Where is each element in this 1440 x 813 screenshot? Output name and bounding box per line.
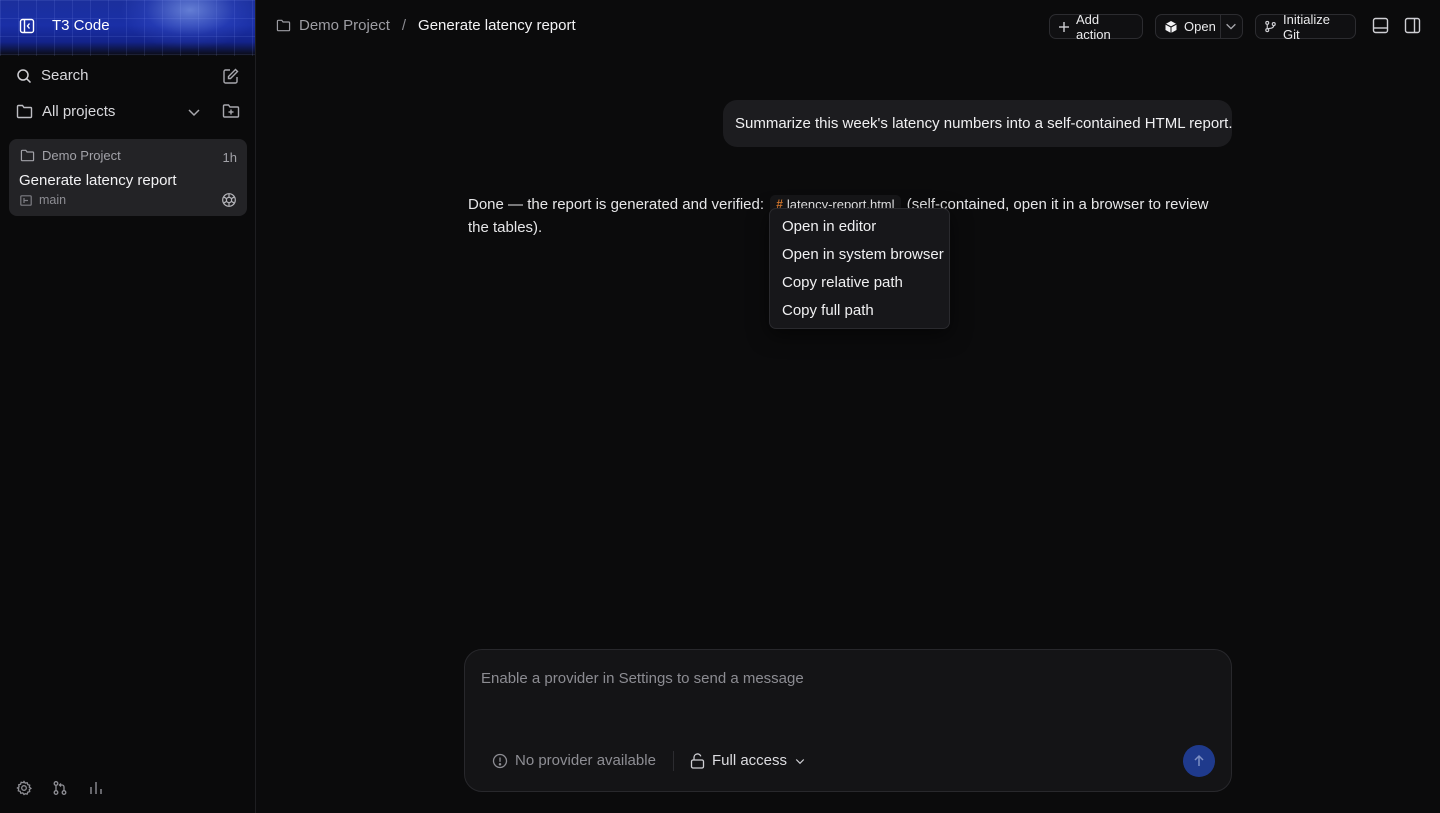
access-mode-label: Full access bbox=[712, 752, 788, 769]
thread-branch-label: main bbox=[39, 193, 67, 207]
composer-divider bbox=[673, 751, 674, 771]
unlock-icon bbox=[690, 752, 705, 769]
thread-time: 1h bbox=[222, 150, 237, 165]
add-action-button[interactable]: Add action bbox=[1049, 11, 1143, 42]
initialize-git-label: Initialize Git bbox=[1283, 11, 1330, 42]
thread-item[interactable]: Demo Project 1h Generate latency report … bbox=[9, 139, 247, 216]
open-menu-chevron-icon[interactable] bbox=[1224, 19, 1238, 36]
toggle-right-panel-icon[interactable] bbox=[1404, 17, 1422, 35]
search-label: Search bbox=[41, 67, 89, 84]
toggle-terminal-icon[interactable] bbox=[1372, 17, 1390, 35]
provider-status-label: No provider available bbox=[515, 752, 656, 769]
top-bar: Demo Project / Generate latency report A… bbox=[256, 0, 1440, 52]
openai-icon bbox=[221, 192, 237, 208]
projects-filter-label: All projects bbox=[42, 103, 116, 120]
chevron-down-icon[interactable] bbox=[186, 104, 204, 122]
breadcrumb-project-label: Demo Project bbox=[299, 17, 390, 34]
menu-item-copy-relative-path[interactable]: Copy relative path bbox=[770, 272, 949, 300]
git-branch-icon bbox=[1265, 20, 1276, 33]
sidebar-search[interactable]: Search bbox=[16, 67, 89, 84]
user-message: Summarize this week's latency numbers in… bbox=[723, 100, 1233, 147]
open-label: Open bbox=[1184, 19, 1216, 34]
breadcrumb-separator: / bbox=[401, 17, 407, 34]
settings-gear-icon[interactable] bbox=[16, 780, 34, 798]
file-context-menu: Open in editor Open in system browser Co… bbox=[769, 208, 950, 329]
sidebar-footer bbox=[16, 780, 106, 798]
menu-item-copy-full-path[interactable]: Copy full path bbox=[770, 300, 949, 328]
menu-item-open-in-editor[interactable]: Open in editor bbox=[770, 216, 949, 244]
message-composer: No provider available Full access bbox=[464, 649, 1232, 792]
send-button[interactable] bbox=[1183, 745, 1215, 777]
breadcrumb-current: Generate latency report bbox=[418, 17, 576, 34]
initialize-git-button[interactable]: Initialize Git bbox=[1255, 11, 1356, 42]
thread-project: Demo Project bbox=[20, 148, 121, 163]
source-control-icon[interactable] bbox=[52, 780, 70, 798]
cube-icon bbox=[1165, 20, 1177, 33]
message-input[interactable] bbox=[481, 670, 1181, 687]
app-name: T3 Code bbox=[52, 17, 110, 34]
thread-branch: main bbox=[20, 193, 66, 207]
thread-project-label: Demo Project bbox=[42, 148, 121, 163]
provider-status[interactable]: No provider available bbox=[492, 752, 656, 769]
projects-filter[interactable]: All projects bbox=[16, 103, 115, 120]
thread-title: Generate latency report bbox=[19, 172, 177, 189]
add-project-icon[interactable] bbox=[222, 103, 240, 121]
access-mode-selector[interactable]: Full access bbox=[690, 752, 806, 769]
brand-glow bbox=[120, 0, 255, 50]
folder-icon bbox=[20, 149, 35, 162]
open-button[interactable]: Open bbox=[1155, 14, 1243, 39]
assistant-text-prefix: Done — the report is generated and verif… bbox=[468, 196, 765, 213]
plus-icon bbox=[1059, 21, 1069, 32]
stats-chart-icon[interactable] bbox=[88, 780, 106, 798]
breadcrumb-project[interactable]: Demo Project bbox=[276, 17, 390, 34]
folder-icon bbox=[276, 19, 291, 32]
search-icon bbox=[17, 68, 32, 83]
breadcrumb: Demo Project / Generate latency report bbox=[276, 17, 576, 34]
worktree-icon bbox=[20, 194, 32, 206]
brand-header: T3 Code bbox=[0, 0, 255, 56]
alert-circle-icon bbox=[492, 753, 508, 768]
arrow-up-icon bbox=[1194, 754, 1204, 766]
chevron-down-icon bbox=[795, 758, 805, 764]
sidebar-toggle-icon[interactable] bbox=[19, 18, 35, 34]
folder-icon bbox=[16, 104, 33, 119]
sidebar: T3 Code Search All projects Demo Project… bbox=[0, 0, 256, 813]
open-split-divider bbox=[1220, 15, 1221, 38]
new-thread-icon[interactable] bbox=[222, 67, 240, 85]
menu-item-open-in-system-browser[interactable]: Open in system browser bbox=[770, 244, 949, 272]
add-action-label: Add action bbox=[1076, 11, 1111, 42]
